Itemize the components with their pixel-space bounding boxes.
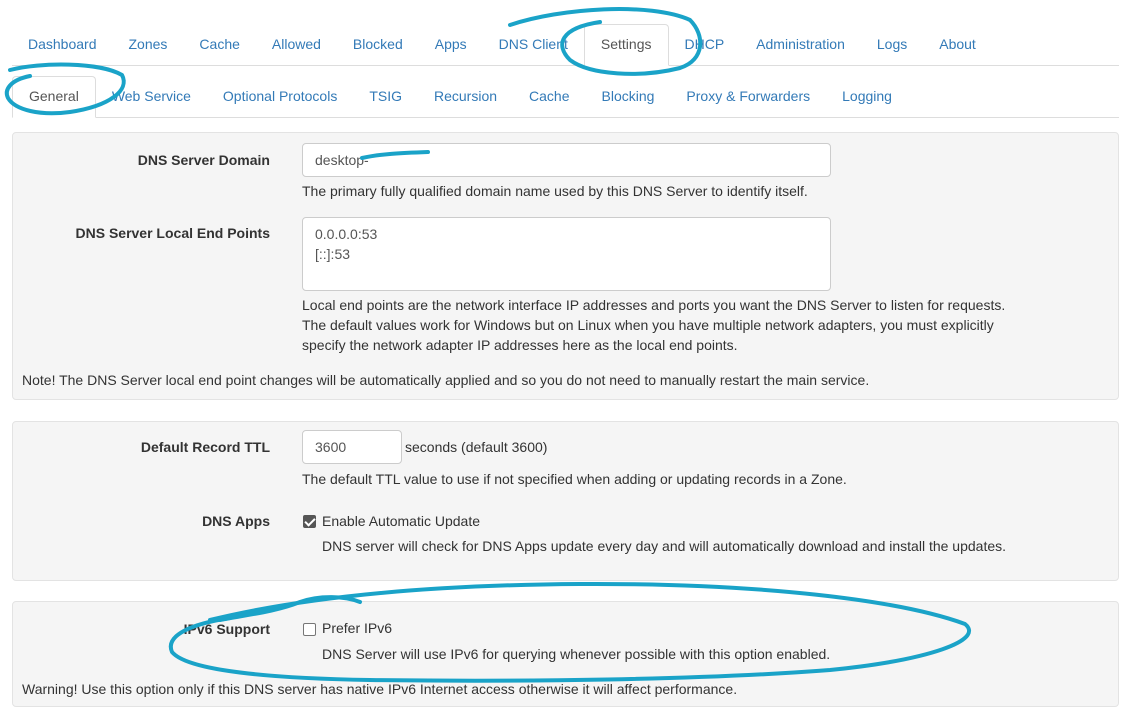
local-end-points-textarea[interactable]: 0.0.0.0:53 [::]:53	[302, 217, 831, 291]
default-ttl-help: The default TTL value to use if not spec…	[302, 471, 847, 487]
ipv6-panel: IPv6 Support Prefer IPv6 DNS Server will…	[12, 601, 1119, 707]
subtab-recursion[interactable]: Recursion	[418, 76, 513, 117]
subtab-blocking[interactable]: Blocking	[586, 76, 671, 117]
prefer-ipv6-checkbox[interactable]	[303, 623, 316, 636]
settings-subnav: General Web Service Optional Protocols T…	[12, 76, 1119, 118]
subtab-general[interactable]: General	[12, 76, 96, 118]
tab-dns-client[interactable]: DNS Client	[483, 24, 584, 65]
dns-server-domain-input[interactable]	[302, 143, 831, 177]
tab-apps[interactable]: Apps	[419, 24, 483, 65]
local-end-points-help-3: specify the network adapter IP addresses…	[302, 337, 738, 353]
ipv6-support-label: IPv6 Support	[183, 621, 270, 637]
subtab-cache[interactable]: Cache	[513, 76, 585, 117]
auto-update-checkbox-label[interactable]: Enable Automatic Update	[322, 511, 480, 531]
dns-server-panel: DNS Server Domain The primary fully qual…	[12, 132, 1119, 400]
local-end-points-help-2: The default values work for Windows but …	[302, 317, 994, 333]
tab-settings[interactable]: Settings	[583, 24, 669, 66]
tab-blocked[interactable]: Blocked	[337, 24, 419, 65]
local-end-points-label: DNS Server Local End Points	[75, 225, 271, 241]
main-nav: Dashboard Zones Cache Allowed Blocked Ap…	[12, 24, 1119, 66]
tab-administration[interactable]: Administration	[740, 24, 861, 65]
tab-cache[interactable]: Cache	[183, 24, 255, 65]
dns-apps-label: DNS Apps	[202, 513, 270, 529]
ipv6-warning: Warning! Use this option only if this DN…	[22, 681, 738, 697]
prefer-ipv6-checkbox-label[interactable]: Prefer IPv6	[322, 618, 392, 638]
default-ttl-label: Default Record TTL	[140, 439, 270, 455]
tab-zones[interactable]: Zones	[113, 24, 184, 65]
subtab-optional-protocols[interactable]: Optional Protocols	[207, 76, 353, 117]
ttl-apps-panel: Default Record TTL seconds (default 3600…	[12, 421, 1119, 581]
tab-dashboard[interactable]: Dashboard	[12, 24, 113, 65]
tab-allowed[interactable]: Allowed	[256, 24, 337, 65]
dns-apps-help: DNS server will check for DNS Apps updat…	[322, 538, 1007, 554]
subtab-web-service[interactable]: Web Service	[96, 76, 207, 117]
subtab-tsig[interactable]: TSIG	[353, 76, 418, 117]
default-ttl-suffix: seconds (default 3600)	[405, 439, 548, 455]
local-end-points-help-1: Local end points are the network interfa…	[302, 297, 1006, 313]
tab-about[interactable]: About	[923, 24, 992, 65]
dns-server-domain-label: DNS Server Domain	[137, 152, 270, 168]
subtab-logging[interactable]: Logging	[826, 76, 908, 117]
subtab-proxy-forwarders[interactable]: Proxy & Forwarders	[670, 76, 826, 117]
dns-server-domain-help: The primary fully qualified domain name …	[302, 183, 808, 199]
auto-update-checkbox[interactable]	[303, 515, 316, 528]
prefer-ipv6-help: DNS Server will use IPv6 for querying wh…	[322, 646, 831, 662]
end-point-note: Note! The DNS Server local end point cha…	[22, 372, 870, 388]
default-ttl-input[interactable]	[302, 430, 402, 464]
tab-logs[interactable]: Logs	[861, 24, 923, 65]
tab-dhcp[interactable]: DHCP	[669, 24, 741, 65]
